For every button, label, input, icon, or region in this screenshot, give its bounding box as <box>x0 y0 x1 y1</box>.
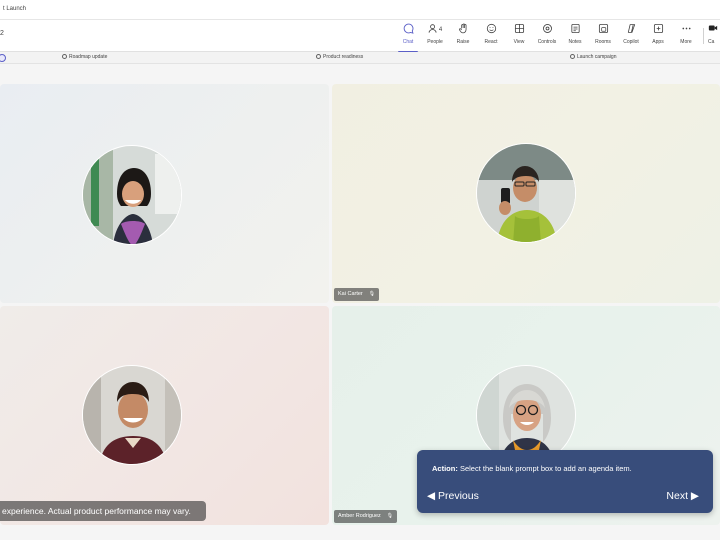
participant-tile[interactable] <box>0 306 329 525</box>
more-icon <box>672 23 700 37</box>
rooms-button[interactable]: Rooms <box>589 23 617 49</box>
mic-icon: 🎙 <box>386 513 394 519</box>
notes-icon <box>561 23 589 37</box>
participant-nameplate: Amber Rodriguez 🎙 <box>334 510 398 523</box>
previous-label: Previous <box>438 490 479 502</box>
chat-button[interactable]: Chat <box>394 23 422 53</box>
coach-message: Action: Select the blank prompt box to a… <box>432 464 632 473</box>
participant-nameplate: Kai Carter 🎙 <box>334 288 380 301</box>
people-icon: 4 <box>421 23 449 37</box>
react-label: React <box>484 39 498 45</box>
meeting-toolbar: 2 Chat 4 People Raise React View Control… <box>0 20 720 53</box>
more-label: More <box>680 39 692 45</box>
participant-tile[interactable]: Kai Carter 🎙 <box>332 84 720 303</box>
agenda-status-icon <box>316 54 321 59</box>
window-title: t Launch <box>3 6 27 12</box>
triangle-left-icon: ◀ <box>427 490 436 502</box>
avatar <box>476 143 576 243</box>
people-count: 4 <box>438 27 443 33</box>
copilot-icon <box>617 23 645 37</box>
chat-label: Chat <box>402 39 414 45</box>
apps-icon <box>644 23 672 37</box>
controls-label: Controls <box>537 39 557 45</box>
people-button[interactable]: 4 People <box>421 23 449 49</box>
action-text: Select the blank prompt box to add an ag… <box>459 464 632 473</box>
coach-mark-panel: Action: Select the blank prompt box to a… <box>417 450 713 513</box>
camera-icon <box>708 23 720 37</box>
agenda-item-launch-campaign[interactable]: Launch campaign <box>570 54 616 60</box>
agenda-start-icon[interactable] <box>0 54 6 62</box>
view-icon <box>505 23 533 37</box>
participant-name: Amber Rodriguez <box>338 513 381 519</box>
toolbar-divider <box>703 28 704 44</box>
triangle-right-icon: ▶ <box>690 490 699 502</box>
next-label: Next <box>666 490 688 502</box>
camera-button[interactable]: Ca <box>708 23 720 47</box>
agenda-status-icon <box>570 54 575 59</box>
mic-icon: 🎙 <box>368 291 376 297</box>
react-icon <box>477 23 505 37</box>
disclaimer-banner: experience. Actual product performance m… <box>0 501 206 521</box>
rooms-label: Rooms <box>595 39 611 45</box>
apps-button[interactable]: Apps <box>644 23 672 49</box>
agenda-item-label: Launch campaign <box>577 54 617 60</box>
agenda-item-label: Roadmap update <box>69 54 108 60</box>
notes-button[interactable]: Notes <box>561 23 589 49</box>
avatar <box>82 365 182 465</box>
controls-icon <box>533 23 561 37</box>
camera-label: Ca <box>708 39 715 45</box>
agenda-item-label: Product readiness <box>323 54 364 60</box>
participant-name: Kai Carter <box>338 291 363 297</box>
agenda-item-roadmap-update[interactable]: Roadmap update <box>62 54 107 60</box>
controls-button[interactable]: Controls <box>533 23 561 49</box>
meeting-timer: 2 <box>0 30 4 37</box>
view-button[interactable]: View <box>505 23 533 49</box>
notes-label: Notes <box>568 39 582 45</box>
agenda-status-icon <box>62 54 67 59</box>
participant-tile[interactable] <box>0 84 329 303</box>
copilot-label: Copilot <box>623 39 639 45</box>
raise-hand-button[interactable]: Raise <box>449 23 477 49</box>
apps-label: Apps <box>652 39 664 45</box>
more-button[interactable]: More <box>672 23 700 49</box>
raise-label: Raise <box>456 39 470 45</box>
rooms-icon <box>589 23 617 37</box>
people-label: People <box>427 39 443 45</box>
title-bar: t Launch <box>0 0 720 20</box>
agenda-bar: Roadmap update Product readiness Launch … <box>0 52 720 64</box>
react-button[interactable]: React <box>477 23 505 49</box>
agenda-item-product-readiness[interactable]: Product readiness <box>316 54 363 60</box>
chat-icon <box>394 23 422 37</box>
raise-hand-icon <box>449 23 477 37</box>
video-stage: Kai Carter 🎙 Amber Rodriguez 🎙 experienc… <box>0 64 720 540</box>
action-label: Action: <box>432 464 458 473</box>
previous-button[interactable]: ◀ Previous <box>427 490 479 502</box>
avatar <box>82 145 182 245</box>
view-label: View <box>513 39 525 45</box>
copilot-button[interactable]: Copilot <box>617 23 645 49</box>
next-button[interactable]: Next ▶ <box>666 490 699 502</box>
